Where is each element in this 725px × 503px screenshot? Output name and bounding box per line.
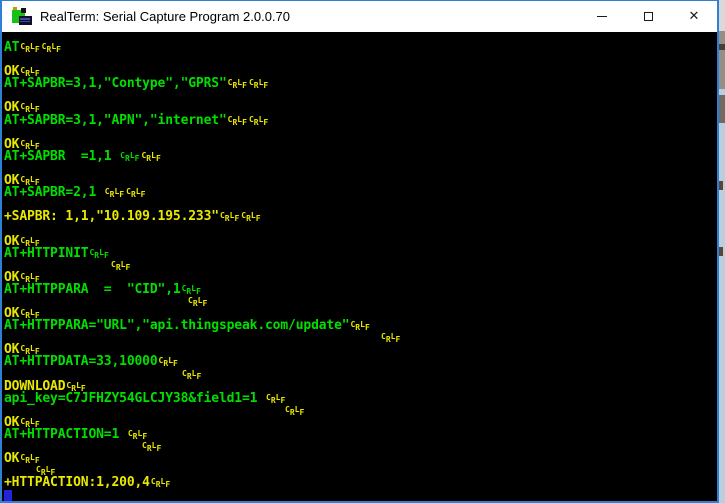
background-fragment bbox=[719, 95, 725, 123]
terminal-line: CRLF bbox=[284, 405, 717, 417]
crlf-marker: CRLF bbox=[227, 78, 247, 91]
terminal-line: AT+HTTPINITCRLF bbox=[4, 245, 717, 261]
crlf-marker: CRLF bbox=[266, 392, 286, 405]
close-icon: ✕ bbox=[688, 9, 700, 24]
terminal-line: OKCRLF bbox=[4, 174, 717, 187]
terminal-line bbox=[4, 489, 717, 501]
terminal-cursor bbox=[4, 490, 12, 501]
title-bar[interactable]: RealTerm: Serial Capture Program 2.0.0.7… bbox=[2, 1, 717, 32]
terminal-text: AT+HTTPDATA=33,10000 bbox=[4, 354, 158, 370]
background-window-sliver bbox=[719, 0, 725, 503]
terminal-line: ATCRLF CRLF bbox=[4, 40, 717, 55]
realterm-window: RealTerm: Serial Capture Program 2.0.0.7… bbox=[0, 0, 719, 503]
crlf-marker: CRLF bbox=[142, 441, 162, 454]
crlf-marker: CRLF bbox=[248, 78, 269, 91]
crlf-marker: CRLF bbox=[227, 114, 247, 127]
crlf-marker: CRLF bbox=[188, 295, 208, 308]
terminal-line: CRLF bbox=[380, 332, 717, 344]
terminal-text: +SAPBR: 1,1,"10.109.195.233" bbox=[4, 209, 219, 225]
terminal-output[interactable]: ATCRLF CRLF OKCRLF AT+SAPBR=3,1,"Contype","… bbox=[2, 32, 717, 501]
crlf-marker: CRLF bbox=[150, 477, 171, 490]
caption-buttons: ✕ bbox=[579, 1, 717, 32]
background-fragment bbox=[719, 0, 725, 31]
terminal-line: +HTTPACTION:1,200,4CRLF bbox=[4, 475, 717, 491]
crlf-marker: CRLF bbox=[350, 320, 370, 333]
crlf-marker: CRLF bbox=[248, 114, 269, 127]
background-fragment bbox=[719, 247, 723, 256]
crlf-marker: CRLF bbox=[241, 211, 261, 224]
terminal-line: AT+SAPBR=2,1 CRLF CRLF bbox=[4, 185, 717, 201]
terminal-text: AT+SAPBR=2,1 bbox=[4, 185, 104, 201]
close-button[interactable]: ✕ bbox=[671, 1, 717, 32]
background-fragment bbox=[719, 31, 725, 89]
terminal-text: AT+HTTPINIT bbox=[4, 245, 89, 261]
terminal-text: AT+SAPBR =1,1 bbox=[4, 148, 120, 164]
crlf-marker: CRLF bbox=[219, 211, 240, 224]
terminal-line: OKCRLF bbox=[4, 451, 717, 467]
terminal-text: AT bbox=[4, 40, 20, 55]
background-fragment bbox=[719, 44, 725, 50]
crlf-marker: CRLF bbox=[89, 247, 109, 260]
terminal-text: OK bbox=[4, 451, 20, 467]
minimize-button[interactable] bbox=[579, 1, 625, 32]
crlf-marker: CRLF bbox=[126, 187, 146, 200]
terminal-line: OKCRLF bbox=[4, 235, 717, 248]
crlf-marker: CRLF bbox=[111, 259, 131, 272]
terminal-text: +HTTPACTION:1,200,4 bbox=[4, 475, 150, 491]
maximize-button[interactable] bbox=[625, 1, 671, 32]
crlf-marker: CRLF bbox=[104, 187, 125, 200]
app-icon bbox=[12, 6, 32, 25]
window-title: RealTerm: Serial Capture Program 2.0.0.7… bbox=[40, 9, 291, 24]
terminal-line: AT+HTTPPARA="URL","api.thingspeak.com/up… bbox=[4, 318, 717, 334]
crlf-marker: CRLF bbox=[141, 150, 161, 163]
terminal-line: CRLF bbox=[110, 260, 717, 272]
terminal-text: AT+SAPBR=3,1,"APN","internet" bbox=[4, 112, 227, 128]
terminal-text: AT+HTTPPARA="URL","api.thingspeak.com/up… bbox=[4, 318, 350, 334]
maximize-icon bbox=[643, 12, 653, 21]
crlf-marker: CRLF bbox=[20, 42, 40, 54]
minimize-icon bbox=[597, 16, 607, 17]
crlf-marker: CRLF bbox=[120, 150, 140, 163]
terminal-line: AT+SAPBR =1,1 CRLF CRLF bbox=[4, 148, 717, 164]
terminal-line: AT+HTTPACTION=1 CRLF bbox=[4, 427, 717, 442]
terminal-text: AT+HTTPPARA = "CID",1 bbox=[4, 281, 181, 297]
terminal-line: CRLF bbox=[187, 296, 717, 308]
terminal-line: AT+SAPBR=3,1,"Contype","GPRS"CRLF CRLF bbox=[4, 76, 717, 92]
background-fragment bbox=[719, 181, 723, 190]
terminal-line: AT+SAPBR=3,1,"APN","internet"CRLF CRLF bbox=[4, 112, 717, 128]
crlf-marker: CRLF bbox=[381, 332, 401, 345]
crlf-marker: CRLF bbox=[158, 356, 178, 369]
terminal-line: CRLF bbox=[181, 369, 717, 381]
terminal-text: api_key=C7JFHZY54GLCJY38&field1=1 bbox=[4, 390, 266, 406]
crlf-marker: CRLF bbox=[285, 404, 305, 417]
terminal-text: AT+HTTPACTION=1 bbox=[4, 427, 127, 442]
terminal-text: AT+SAPBR=3,1,"Contype","GPRS" bbox=[4, 76, 227, 92]
crlf-marker: CRLF bbox=[182, 368, 202, 381]
terminal-line: AT+HTTPDATA=33,10000CRLF bbox=[4, 354, 717, 370]
terminal-line: +SAPBR: 1,1,"10.109.195.233"CRLF CRLF bbox=[4, 209, 717, 225]
crlf-marker: CRLF bbox=[41, 42, 61, 54]
terminal-line: AT+HTTPPARA = "CID",1CRLF bbox=[4, 281, 717, 297]
terminal-line: api_key=C7JFHZY54GLCJY38&field1=1 CRLF bbox=[4, 390, 717, 406]
terminal-line: CRLF bbox=[141, 441, 717, 453]
